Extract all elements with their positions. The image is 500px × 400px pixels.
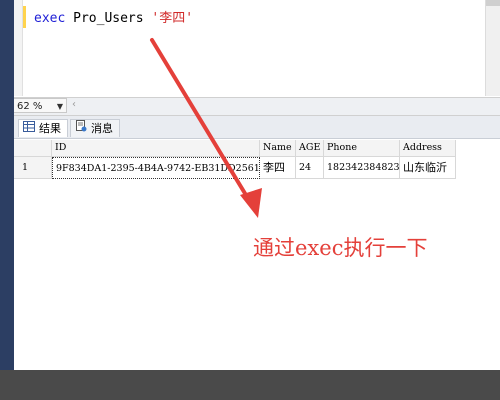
query-editor[interactable]: exec Pro_Users '李四': [0, 0, 500, 96]
zoom-value: 62 %: [17, 101, 43, 112]
cell-phone[interactable]: 182342384823: [324, 157, 400, 179]
editor-gutter: [14, 0, 23, 96]
string-argument: '李四': [151, 11, 194, 26]
procedure-name: Pro_Users: [73, 11, 144, 26]
message-icon: [75, 120, 87, 138]
changed-line-marker: [23, 6, 26, 28]
tab-results[interactable]: 结果: [18, 119, 68, 137]
results-tabs: 结果 消息: [14, 116, 500, 139]
scroll-left-icon[interactable]: ‹: [72, 99, 76, 110]
cell-address[interactable]: 山东临沂: [400, 157, 456, 179]
exec-keyword: exec: [34, 11, 66, 26]
tab-messages[interactable]: 消息: [70, 119, 120, 137]
tab-results-label: 结果: [39, 122, 61, 135]
column-header-address[interactable]: Address: [400, 140, 456, 157]
column-header-name[interactable]: Name: [260, 140, 296, 157]
row-number[interactable]: 1: [14, 157, 52, 179]
editor-left-dock: [0, 0, 14, 96]
editor-vertical-scrollbar[interactable]: [485, 0, 500, 96]
cell-id[interactable]: 9F834DA1-2395-4B4A-9742-EB31DD256153: [52, 157, 260, 179]
column-header-id[interactable]: ID: [52, 140, 260, 157]
cell-age[interactable]: 24: [296, 157, 324, 179]
zoom-dropdown[interactable]: 62 % ▼: [13, 98, 67, 113]
left-dock-panel: [0, 96, 14, 370]
column-header-age[interactable]: AGE: [296, 140, 324, 157]
grid-header: ID Name AGE Phone Address: [14, 140, 500, 157]
header-corner[interactable]: [14, 140, 52, 157]
chevron-down-icon: ▼: [56, 102, 63, 111]
column-header-phone[interactable]: Phone: [324, 140, 400, 157]
tab-messages-label: 消息: [91, 122, 113, 135]
grid-icon: [23, 120, 35, 138]
table-row[interactable]: 1 9F834DA1-2395-4B4A-9742-EB31DD256153 李…: [14, 157, 500, 179]
scrollbar-thumb[interactable]: [486, 0, 500, 6]
code-line[interactable]: exec Pro_Users '李四': [34, 7, 193, 26]
annotation-text: 通过exec执行一下: [253, 236, 428, 260]
zoom-bar: 62 % ▼ ‹: [0, 97, 500, 116]
bottom-taskbar: [0, 370, 500, 400]
cell-name[interactable]: 李四: [260, 157, 296, 179]
